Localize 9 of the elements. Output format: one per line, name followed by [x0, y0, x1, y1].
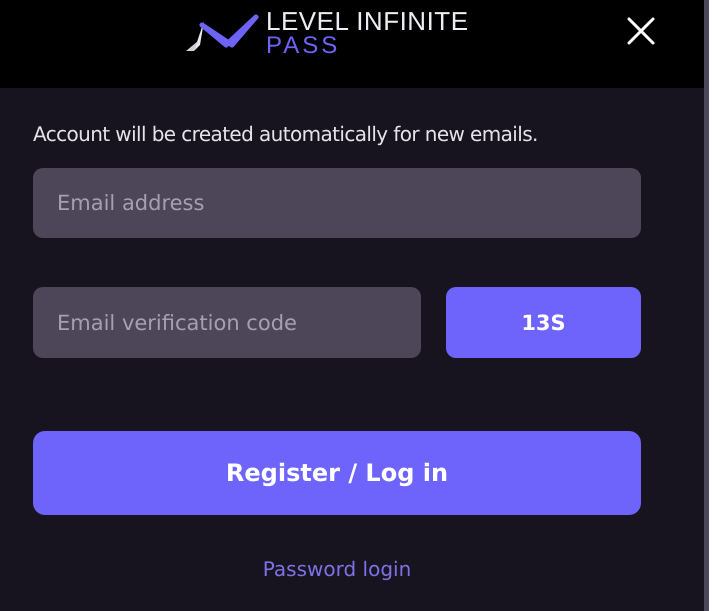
email-field[interactable]: Email address [33, 168, 641, 238]
verification-code-field[interactable]: Email verification code [33, 287, 421, 358]
send-code-button[interactable]: 13S [446, 287, 641, 358]
close-icon[interactable] [626, 16, 656, 46]
logo-title: LEVEL INFINITE [266, 8, 469, 34]
notice-text: Account will be created automatically for new emails. [33, 122, 539, 146]
register-login-button[interactable]: Register / Log in [33, 431, 641, 515]
logo-subtitle: PASS [266, 34, 342, 58]
password-login-link[interactable]: Password login [262, 557, 412, 581]
